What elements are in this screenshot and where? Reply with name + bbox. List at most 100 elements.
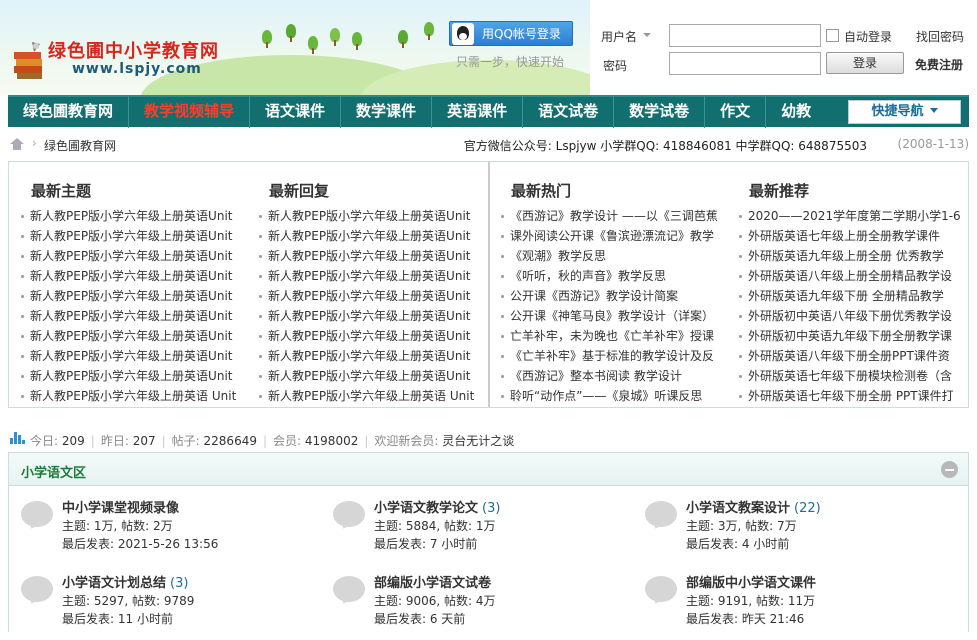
list-item[interactable]: 《西游记》整本书阅读 教学设计 <box>501 366 723 386</box>
username-input[interactable] <box>669 24 821 47</box>
register-link[interactable]: 免费注册 <box>915 56 963 73</box>
list-item[interactable]: 外研版英语八年级上册全册精品教学设 <box>739 266 961 286</box>
forum-name[interactable]: 小学语文教学论文 (3) <box>374 497 500 516</box>
forum-name[interactable]: 部编版小学语文试卷 <box>374 572 495 591</box>
list-item[interactable]: 新人教PEP版小学六年级上册英语Unit <box>259 206 483 226</box>
list-item[interactable]: 《西游记》教学设计 ——以《三调芭蕉 <box>501 206 723 226</box>
forum-section: 小学语文区 中小学课堂视频录像 主题: 1万, 帖数: 2万 最后发表: 202… <box>8 452 969 632</box>
qq-hint-text: 只需一步，快速开始 <box>456 55 565 69</box>
qq-login-label: 用QQ帐号登录 <box>482 27 561 41</box>
list-item[interactable]: 外研版英语九年级下册 全册精品教学 <box>739 286 961 306</box>
logo-url[interactable]: www.lspjy.com <box>72 61 202 77</box>
list-item[interactable]: 公开课《西游记》教学设计简案 <box>501 286 723 306</box>
list-item[interactable]: 新人教PEP版小学六年级上册英语Unit <box>21 266 245 286</box>
quick-nav-button[interactable]: 快捷导航 <box>848 100 961 124</box>
list-item[interactable]: 公开课《神笔马良》教学设计（详案） <box>501 306 723 326</box>
username-label[interactable]: 用户名 <box>601 28 637 45</box>
list-item[interactable]: 新人教PEP版小学六年级上册英语Unit <box>21 226 245 246</box>
forum-last-post[interactable]: 最后发表: 6 天前 <box>374 610 465 627</box>
list-item[interactable]: 聆听“动作点”——《泉城》听课反思 <box>501 386 723 406</box>
list-item[interactable]: 外研版英语八年级下册全册PPT课件资 <box>739 346 961 366</box>
list-item[interactable]: 外研版英语九年级上册全册 优秀教学 <box>739 246 961 266</box>
list-item[interactable]: 新人教PEP版小学六年级上册英语Unit <box>259 346 483 366</box>
list-item[interactable]: 外研版英语七年级下册全册 PPT课件打 <box>739 386 961 406</box>
list-item[interactable]: 新人教PEP版小学六年级上册英语Unit <box>21 206 245 226</box>
forum-last-post[interactable]: 最后发表: 4 小时前 <box>686 535 789 552</box>
breadcrumb-site-link[interactable]: 绿色圃教育网 <box>44 137 116 154</box>
forum-name[interactable]: 部编版中小学语文课件 <box>686 572 820 591</box>
forum-name[interactable]: 中小学课堂视频录像 <box>62 497 183 516</box>
forum-last-post[interactable]: 最后发表: 7 小时前 <box>374 535 477 552</box>
forum-last-post[interactable]: 最后发表: 昨天 21:46 <box>686 610 804 627</box>
today-count: 209 <box>61 434 85 448</box>
list-item[interactable]: 新人教PEP版小学六年级上册英语Unit <box>21 246 245 266</box>
stats-text: 今日: 209 | 昨日: 207 | 帖子: 2286649 | 会员: 4198002 |… <box>30 434 515 448</box>
recommended-title: 最新推荐 <box>749 182 810 200</box>
list-item[interactable]: 新人教PEP版小学六年级上册英语Unit <box>259 366 483 386</box>
list-item[interactable]: 新人教PEP版小学六年级上册英语Unit <box>259 226 483 246</box>
latest-replies-title: 最新回复 <box>269 182 330 200</box>
forum-item: 小学语文计划总结 (3) 主题: 5297, 帖数: 9789 最后发表: 11 … <box>21 570 321 640</box>
quick-nav-label: 快捷导航 <box>871 104 924 119</box>
chevron-down-icon[interactable] <box>643 33 651 37</box>
list-item[interactable]: 新人教PEP版小学六年级上册英语Unit <box>259 286 483 306</box>
forum-last-post[interactable]: 最后发表: 11 小时前 <box>62 610 173 627</box>
login-button[interactable]: 登录 <box>826 52 904 74</box>
section-title[interactable]: 小学语文区 <box>21 462 86 481</box>
forum-item: 中小学课堂视频录像 主题: 1万, 帖数: 2万 最后发表: 2021-5-26… <box>21 495 321 565</box>
list-item[interactable]: 新人教PEP版小学六年级上册英语Unit <box>21 366 245 386</box>
list-item[interactable]: 外研版英语七年级下册模块检测卷（含 <box>739 366 961 386</box>
latest-replies-list: 新人教PEP版小学六年级上册英语Unit 新人教PEP版小学六年级上册英语Uni… <box>259 206 483 406</box>
list-item[interactable]: 新人教PEP版小学六年级上册英语Unit <box>259 246 483 266</box>
list-item[interactable]: 新人教PEP版小学六年级上册英语Unit <box>259 306 483 326</box>
list-item[interactable]: 新人教PEP版小学六年级上册英语Unit <box>21 326 245 346</box>
list-item[interactable]: 《听听，秋的声音》教学反思 <box>501 266 723 286</box>
list-item[interactable]: 外研版初中英语九年级下册全册教学课 <box>739 326 961 346</box>
nav-item-composition[interactable]: 作文 <box>705 96 767 128</box>
list-item[interactable]: 新人教PEP版小学六年级上册英语Unit <box>21 286 245 306</box>
list-item[interactable]: 《亡羊补牢》基于标准的教学设计及反 <box>501 346 723 366</box>
list-item[interactable]: 2020——2021学年度第二学期小学1-6 <box>739 206 961 226</box>
list-item[interactable]: 新人教PEP版小学六年级上册英语 Unit <box>21 386 245 406</box>
nav-item-preschool[interactable]: 幼教 <box>766 96 826 128</box>
nav-item-video[interactable]: 教学视频辅导 <box>129 96 251 128</box>
forum-counts: 主题: 5884, 帖数: 1万 <box>374 519 496 533</box>
list-item[interactable]: 外研版英语七年级上册全册教学课件 <box>739 226 961 246</box>
list-item[interactable]: 外研版初中英语八年级下册优秀教学设 <box>739 306 961 326</box>
forum-last-post[interactable]: 最后发表: 2021-5-26 13:56 <box>62 535 218 552</box>
list-item[interactable]: 《观潮》教学反思 <box>501 246 723 266</box>
forum-name[interactable]: 小学语文教案设计 (22) <box>686 497 821 516</box>
nav-item-chinese-courseware[interactable]: 语文课件 <box>250 96 342 128</box>
collapse-icon[interactable] <box>941 461 958 478</box>
nav-item-home[interactable]: 绿色圃教育网 <box>8 96 130 128</box>
list-item[interactable]: 新人教PEP版小学六年级上册英语Unit <box>21 306 245 326</box>
password-label: 密码 <box>603 59 628 73</box>
auto-login-label[interactable]: 自动登录 <box>844 28 892 45</box>
list-item[interactable]: 新人教PEP版小学六年级上册英语 Unit <box>259 386 483 406</box>
new-member-link[interactable]: 灵台无计之谈 <box>442 434 514 448</box>
home-icon[interactable] <box>10 138 24 150</box>
breadcrumb-separator: › <box>32 136 37 150</box>
bar-chart-icon <box>10 432 25 444</box>
nav-item-math-exams[interactable]: 数学试卷 <box>614 96 706 128</box>
find-password-link[interactable]: 找回密码 <box>916 28 964 45</box>
logo-title[interactable]: 绿色圃中小学教育网 <box>48 37 219 63</box>
list-item[interactable]: 新人教PEP版小学六年级上册英语Unit <box>259 326 483 346</box>
nav-item-english-courseware[interactable]: 英语课件 <box>432 96 524 128</box>
forum-counts: 主题: 5297, 帖数: 9789 <box>62 594 195 608</box>
nav-item-chinese-exams[interactable]: 语文试卷 <box>523 96 615 128</box>
nav-item-math-courseware[interactable]: 数学课件 <box>341 96 433 128</box>
password-input[interactable] <box>669 52 821 75</box>
list-item[interactable]: 新人教PEP版小学六年级上册英语Unit <box>259 266 483 286</box>
chevron-down-icon <box>929 108 938 113</box>
list-item[interactable]: 新人教PEP版小学六年级上册英语Unit <box>21 346 245 366</box>
forum-name[interactable]: 小学语文计划总结 (3) <box>62 572 188 591</box>
forum-item: 小学语文教学论文 (3) 主题: 5884, 帖数: 1万 最后发表: 7 小时前 <box>333 495 633 565</box>
qq-login-button[interactable]: 用QQ帐号登录 <box>449 21 573 46</box>
list-item[interactable]: 亡羊补牢，未为晚也《亡羊补牢》授课 <box>501 326 723 346</box>
forum-counts: 主题: 1万, 帖数: 2万 <box>62 519 173 533</box>
auto-login-checkbox[interactable] <box>826 29 839 42</box>
forum-bubble-icon <box>645 501 677 527</box>
recommended-list: 2020——2021学年度第二学期小学1-6 外研版英语七年级上册全册教学课件 … <box>739 206 961 406</box>
list-item[interactable]: 课外阅读公开课《鲁滨逊漂流记》教学 <box>501 226 723 246</box>
